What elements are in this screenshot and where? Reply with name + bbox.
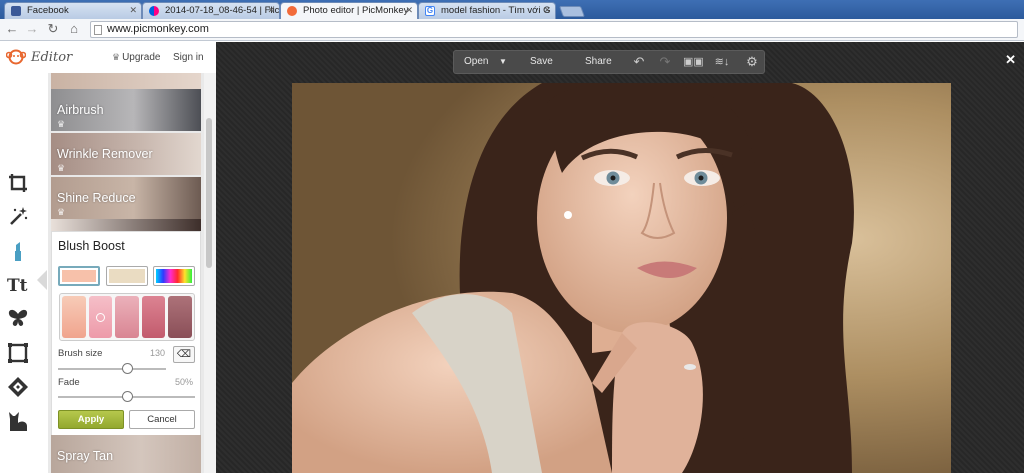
tab-close-icon[interactable]: ✕ <box>543 3 551 18</box>
address-bar: ← → ↻ ⌂ www.picmonkey.com <box>0 19 1024 41</box>
tab-close-icon[interactable]: ✕ <box>267 3 275 18</box>
tab-label: 2014-07-18_08-46-54 | Flic <box>165 5 280 16</box>
item-label: Airbrush <box>57 103 104 117</box>
editor-sidebar: Editor ♛ Upgrade Sign in Tt Airbrush ♛ W… <box>0 42 216 473</box>
editor-canvas-area: Open ▼ Save Share ↶ ↷ ▣▣ ≋↓ ⚙ ✕ <box>216 42 1024 473</box>
texture-icon[interactable] <box>6 375 30 399</box>
tab-label: model fashion - Tìm với G <box>441 5 551 16</box>
flickr-icon <box>149 6 159 16</box>
list-item-shine-reduce[interactable]: Shine Reduce ♛ <box>51 177 201 219</box>
fade-slider[interactable] <box>58 391 195 402</box>
crop-icon[interactable] <box>6 171 30 195</box>
picmonkey-app: Editor ♛ Upgrade Sign in Tt Airbrush ♛ W… <box>0 42 1024 473</box>
undo-icon[interactable]: ↶ <box>631 54 647 70</box>
eraser-button[interactable]: ⌫ <box>173 346 195 363</box>
apply-button[interactable]: Apply <box>58 410 124 429</box>
item-label: Spray Tan <box>57 449 114 463</box>
svg-text:Tt: Tt <box>7 276 28 295</box>
tab-picmonkey[interactable]: Photo editor | PicMonkey ✕ <box>280 2 418 19</box>
brush-size-slider[interactable] <box>58 363 166 374</box>
tab-flickr[interactable]: 2014-07-18_08-46-54 | Flic ✕ <box>142 2 280 19</box>
google-icon: G <box>425 6 435 16</box>
frame-icon[interactable] <box>6 341 30 365</box>
reload-icon[interactable]: ↻ <box>46 22 60 36</box>
tab-facebook[interactable]: Facebook ✕ <box>4 2 142 19</box>
crown-icon: ♛ <box>112 52 121 62</box>
list-item-partial[interactable] <box>51 73 201 89</box>
new-tab-button[interactable] <box>558 6 586 17</box>
tool-rail: Tt <box>0 73 48 473</box>
layers-icon[interactable]: ≋↓ <box>714 54 730 70</box>
palette-color-4[interactable] <box>141 296 166 338</box>
brush-size-knob[interactable] <box>122 363 134 374</box>
list-item-spray-tan[interactable]: Spray Tan <box>51 435 201 473</box>
compare-images-icon[interactable]: ▣▣ <box>683 54 704 70</box>
editor-toolbar: Open ▼ Save Share ↶ ↷ ▣▣ ≋↓ ⚙ <box>453 50 765 74</box>
blush-boost-panel: Blush Boost Brush size 130 ⌫ Fade 50% Ap… <box>51 231 201 437</box>
page-icon <box>94 25 102 35</box>
crown-icon: ♛ <box>57 119 66 129</box>
open-button[interactable]: Open <box>464 56 488 67</box>
swatch-peach[interactable] <box>58 266 100 286</box>
palette-color-5[interactable] <box>168 296 192 338</box>
blush-palette <box>59 293 195 341</box>
brand-title: Editor <box>31 50 73 65</box>
list-item-wrinkle-remover[interactable]: Wrinkle Remover ♛ <box>51 133 201 175</box>
swatch-cream[interactable] <box>106 266 148 286</box>
open-dropdown-icon[interactable]: ▼ <box>499 57 507 66</box>
crown-icon: ♛ <box>57 163 66 173</box>
text-icon[interactable]: Tt <box>6 272 30 296</box>
forward-icon[interactable]: → <box>25 22 39 36</box>
signin-link[interactable]: Sign in <box>173 52 204 63</box>
scrollbar-thumb[interactable] <box>206 118 212 268</box>
selected-dot-icon <box>96 313 106 322</box>
fade-value: 50% <box>175 377 194 387</box>
active-tool-indicator <box>37 270 47 290</box>
list-item-airbrush[interactable]: Airbrush ♛ <box>51 89 201 131</box>
list-item-partial <box>51 219 201 231</box>
fade-label: Fade <box>58 377 80 388</box>
save-button[interactable]: Save <box>530 56 553 67</box>
lipstick-icon[interactable] <box>6 239 30 263</box>
url-text: www.picmonkey.com <box>107 23 209 35</box>
picmonkey-logo-icon <box>6 49 26 65</box>
butterfly-icon[interactable] <box>6 306 30 330</box>
brush-size-label: Brush size <box>58 348 103 359</box>
panel-title: Blush Boost <box>58 239 125 253</box>
touchup-panel: Airbrush ♛ Wrinkle Remover ♛ Shine Reduc… <box>48 73 204 473</box>
tab-close-icon[interactable]: ✕ <box>405 3 413 18</box>
swatch-custom-color[interactable] <box>153 266 195 286</box>
tab-close-icon[interactable]: ✕ <box>129 3 137 18</box>
upgrade-link[interactable]: ♛ Upgrade <box>112 52 160 63</box>
photo-canvas[interactable] <box>292 83 951 473</box>
item-label: Wrinkle Remover <box>57 147 153 161</box>
portrait-image <box>292 83 951 473</box>
upgrade-label: Upgrade <box>122 52 161 63</box>
tab-label: Photo editor | PicMonkey <box>303 5 409 16</box>
magic-wand-icon[interactable] <box>6 204 30 228</box>
redo-icon[interactable]: ↷ <box>657 54 673 70</box>
url-field[interactable]: www.picmonkey.com <box>90 21 1018 38</box>
back-icon[interactable]: ← <box>5 22 19 36</box>
home-icon[interactable]: ⌂ <box>67 22 81 36</box>
tab-label: Facebook <box>27 5 69 16</box>
fade-knob[interactable] <box>121 391 133 402</box>
panel-scrollbar[interactable] <box>204 73 216 473</box>
sidebar-header: Editor ♛ Upgrade Sign in <box>0 42 216 73</box>
palette-color-3[interactable] <box>115 296 139 338</box>
palette-color-2[interactable] <box>88 296 113 338</box>
brush-size-value: 130 <box>150 348 166 358</box>
cancel-button[interactable]: Cancel <box>129 410 195 429</box>
share-button[interactable]: Share <box>585 56 612 67</box>
browser-tab-bar: Facebook ✕ 2014-07-18_08-46-54 | Flic ✕ … <box>0 0 1024 19</box>
facebook-icon <box>11 6 21 16</box>
cat-icon[interactable] <box>6 409 30 433</box>
crown-icon: ♛ <box>57 207 66 217</box>
item-label: Shine Reduce <box>57 191 136 205</box>
close-editor-icon[interactable]: ✕ <box>1005 52 1016 68</box>
palette-color-1[interactable] <box>62 296 86 338</box>
picmonkey-icon <box>287 6 297 16</box>
tab-google[interactable]: G model fashion - Tìm với G ✕ <box>418 2 556 19</box>
settings-gear-icon[interactable]: ⚙ <box>744 54 760 70</box>
